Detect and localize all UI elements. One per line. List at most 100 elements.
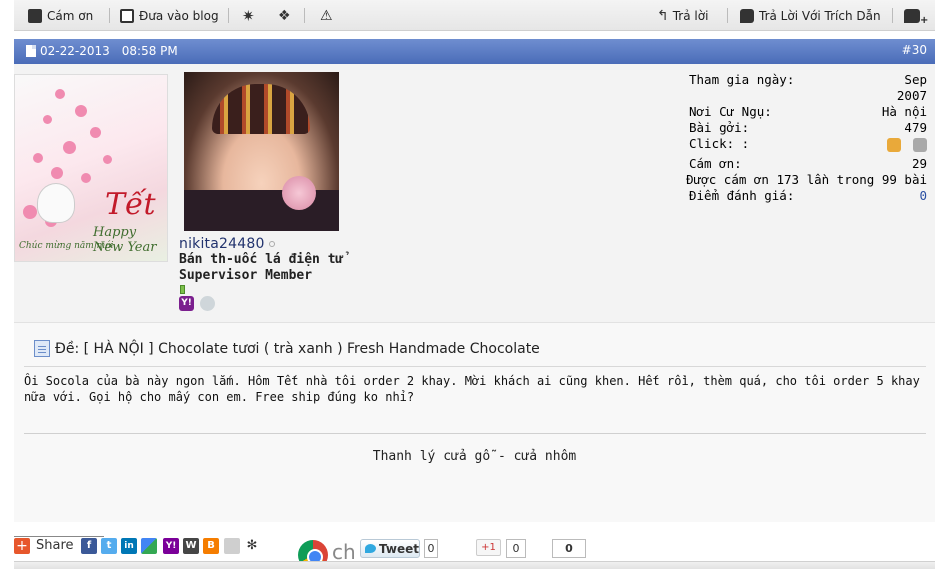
quote-reply-label: Trả Lời Với Trích Dẫn — [759, 9, 881, 23]
post-time: 08:58 PM — [121, 44, 178, 58]
blog-button[interactable]: Đưa vào blog — [120, 7, 219, 25]
tet-text: Tết — [105, 187, 156, 222]
click-label: Click: : — [689, 136, 750, 151]
share-label[interactable]: Share — [36, 538, 74, 553]
greeting-caption: Chúc mừng năm mới — [19, 241, 114, 251]
thumbs-up-icon[interactable] — [887, 138, 901, 152]
yahoo-icon[interactable]: Y! — [163, 538, 179, 554]
title-divider — [24, 366, 926, 367]
posts-value: 479 — [904, 120, 927, 135]
greeting-card-image: Tết Happy New Year Chúc mừng năm mới — [14, 74, 168, 262]
thanks-label: Cám ơn — [47, 9, 94, 23]
user-title-line2: Supervisor Member — [179, 268, 313, 283]
post-icon — [34, 340, 50, 357]
post-body: Ôi Socola của bà này ngon lắm. Hôm Tết n… — [24, 374, 920, 404]
location-row: Nơi Cư Ngụ: Hà nội — [687, 104, 927, 120]
reply-label: Trả lời — [672, 9, 709, 23]
report-button[interactable]: ⚠ — [320, 7, 333, 25]
post-header: 02-22-2013 08:58 PM #30 — [14, 39, 935, 64]
thanked-row: Được cám ơn 173 lần trong 99 bài — [686, 172, 927, 188]
post-datetime: 02-22-2013 08:58 PM — [26, 44, 178, 58]
rating-value: 0 — [919, 188, 927, 203]
twitter-bird-icon — [365, 544, 376, 553]
signature-divider — [24, 433, 926, 434]
linkedin-icon[interactable]: in — [121, 538, 137, 554]
tweet-count: 0 — [424, 539, 438, 558]
thanks-button[interactable]: Cám ơn — [28, 7, 93, 25]
toolbar-divider — [304, 8, 305, 23]
blog-label: Đưa vào blog — [139, 9, 219, 23]
user-title: Bán th-uốc lá điện tử Supervisor Member — [179, 252, 343, 284]
join-date-row: Tham gia ngày: Sep — [687, 72, 927, 88]
quote-reply-button[interactable]: Trả Lời Với Trích Dẫn — [740, 7, 881, 25]
share-underline — [14, 536, 104, 537]
thanks-count-value: 29 — [911, 156, 927, 171]
cards-icon: ❖ — [278, 8, 291, 24]
signature: Thanh lý cửa gỗ - cửa nhôm — [14, 449, 935, 464]
facebook-icon[interactable]: f — [81, 538, 97, 554]
join-date-year-row: 2007 — [687, 88, 927, 104]
rating-row: Điểm đánh giá: 0 — [687, 188, 927, 204]
yahoo-messenger-icon[interactable]: Y! — [179, 296, 194, 311]
tweet-button[interactable]: Tweet — [360, 539, 420, 558]
offline-status-icon — [268, 241, 275, 247]
skype-icon[interactable] — [200, 296, 215, 311]
google-plus-button[interactable]: +1 — [476, 539, 501, 556]
click-row: Click: : — [687, 136, 927, 156]
google-icon[interactable] — [141, 538, 157, 554]
toolbar-divider — [228, 8, 229, 23]
more-share-icon[interactable]: ✻ — [244, 538, 260, 554]
join-date-year: 2007 — [896, 88, 927, 103]
posts-row: Bài gởi: 479 — [687, 120, 927, 136]
multi-quote-button[interactable]: + — [904, 7, 929, 26]
reply-arrow-icon: ↰ — [657, 8, 669, 24]
thanks-icon — [28, 9, 42, 23]
user-info-panel: Tết Happy New Year Chúc mừng năm mới nik… — [14, 64, 935, 322]
email-icon[interactable] — [224, 538, 240, 554]
post-number-link[interactable]: #30 — [902, 43, 927, 57]
blogger-icon[interactable]: B — [203, 538, 219, 554]
post-title: Đề: [ HÀ NỘI ] Chocolate tươi ( trà xanh… — [34, 340, 540, 357]
join-date-month: Sep — [904, 72, 927, 87]
google-plus-count: 0 — [506, 539, 526, 558]
multi-quote-icon — [904, 9, 920, 23]
post-title-text: Đề: [ HÀ NỘI ] Chocolate tươi ( trà xanh… — [55, 340, 540, 357]
location-value: Hà nội — [881, 104, 927, 119]
post-date: 02-22-2013 — [40, 44, 110, 58]
reputation-bar — [180, 285, 185, 294]
post-toolbar: Cám ơn Đưa vào blog ✷ ❖ ⚠ ↰ Trả lời Trả … — [14, 0, 935, 31]
share-plus-icon[interactable]: + — [14, 538, 30, 554]
join-date-label: Tham gia ngày: — [689, 72, 795, 87]
thanks-row: Cám ơn: 29 — [687, 156, 927, 172]
plus-icon: + — [920, 14, 929, 26]
blog-icon — [120, 9, 134, 23]
toolbar-divider — [892, 8, 893, 23]
reply-button[interactable]: ↰ Trả lời — [657, 7, 708, 25]
username-link[interactable]: nikita24480 — [179, 236, 265, 252]
thanked-text: Được cám ơn 173 lần trong 99 bài — [686, 172, 927, 187]
toolbar-divider — [727, 8, 728, 23]
star-icon: ✷ — [242, 7, 255, 25]
quote-icon — [740, 9, 754, 23]
user-stats: Tham gia ngày: Sep 2007 Nơi Cư Ngụ: Hà n… — [686, 72, 927, 204]
rating-label: Điểm đánh giá: — [689, 188, 795, 203]
signature-link[interactable]: Thanh lý cửa gỗ - cửa nhôm — [373, 449, 577, 464]
thanks-count-label: Cám ơn: — [689, 156, 742, 171]
facebook-like-count: 0 — [552, 539, 586, 558]
share-bar: + Share f t in Y! W B ✻ ch Tweet 0 +1 0 … — [14, 534, 935, 569]
username-row: nikita24480 — [179, 236, 275, 252]
post-content: Đề: [ HÀ NỘI ] Chocolate tươi ( trà xanh… — [14, 322, 935, 522]
wordpress-icon[interactable]: W — [183, 538, 199, 554]
location-label: Nơi Cư Ngụ: — [689, 104, 772, 119]
cards-button[interactable]: ❖ — [278, 7, 291, 25]
posts-label: Bài gởi: — [689, 120, 750, 135]
toolbar-divider — [109, 8, 110, 23]
star-button[interactable]: ✷ — [242, 7, 255, 25]
thumbs-down-icon[interactable] — [913, 138, 927, 152]
avatar[interactable] — [184, 72, 339, 231]
user-title-line1: Bán th-uốc lá điện tử — [179, 252, 344, 267]
twitter-icon[interactable]: t — [101, 538, 117, 554]
next-post-toolbar-edge — [14, 561, 935, 569]
post-document-icon — [26, 45, 36, 57]
tweet-label: Tweet — [379, 541, 419, 556]
